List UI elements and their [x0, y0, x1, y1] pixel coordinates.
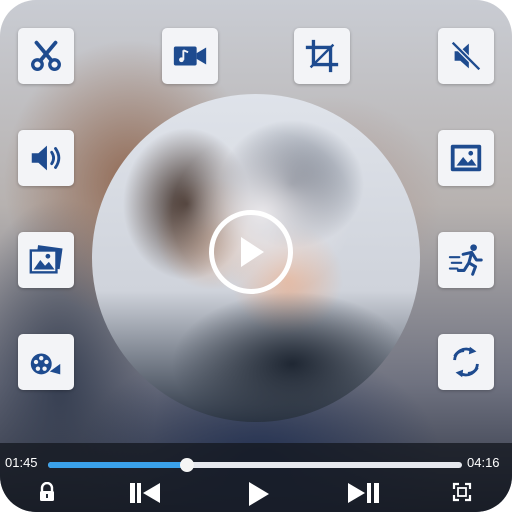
- film-reel-button[interactable]: [18, 334, 74, 390]
- play-icon: [241, 237, 264, 267]
- volume-icon: [31, 145, 61, 171]
- next-icon: [348, 483, 379, 503]
- center-play-button[interactable]: [209, 210, 293, 294]
- photo-gallery-icon: [29, 245, 63, 274]
- previous-button[interactable]: [125, 481, 165, 505]
- rotate-icon: [453, 346, 479, 378]
- fullscreen-icon: [452, 482, 472, 502]
- video-music-button[interactable]: [162, 28, 218, 84]
- fullscreen-button[interactable]: [451, 481, 473, 503]
- total-duration: 04:16: [467, 455, 500, 470]
- video-editor-app: 01:45 04:16: [0, 0, 512, 512]
- scissors-icon: [31, 40, 61, 71]
- rotate-button[interactable]: [438, 334, 494, 390]
- fast-motion-icon: [448, 244, 483, 276]
- scissors-button[interactable]: [18, 28, 74, 84]
- photo-gallery-button[interactable]: [18, 232, 74, 288]
- previous-icon: [130, 483, 160, 503]
- play-button[interactable]: [244, 481, 272, 507]
- playback-controls: 01:45 04:16: [0, 443, 512, 512]
- mute-button[interactable]: [438, 28, 494, 84]
- elapsed-time: 01:45: [5, 455, 38, 470]
- next-button[interactable]: [343, 481, 383, 505]
- film-reel-icon: [30, 353, 61, 375]
- mute-icon: [451, 41, 481, 71]
- fast-motion-button[interactable]: [438, 232, 494, 288]
- seek-bar[interactable]: [48, 458, 462, 472]
- image-icon: [450, 144, 482, 172]
- video-music-icon: [173, 46, 207, 66]
- seek-bar-progress: [48, 462, 187, 468]
- seek-handle[interactable]: [179, 458, 194, 472]
- lock-icon: [40, 482, 54, 501]
- play-icon: [249, 482, 269, 506]
- lock-button[interactable]: [36, 481, 58, 503]
- image-button[interactable]: [438, 130, 494, 186]
- volume-button[interactable]: [18, 130, 74, 186]
- crop-button[interactable]: [294, 28, 350, 84]
- crop-icon: [305, 39, 339, 73]
